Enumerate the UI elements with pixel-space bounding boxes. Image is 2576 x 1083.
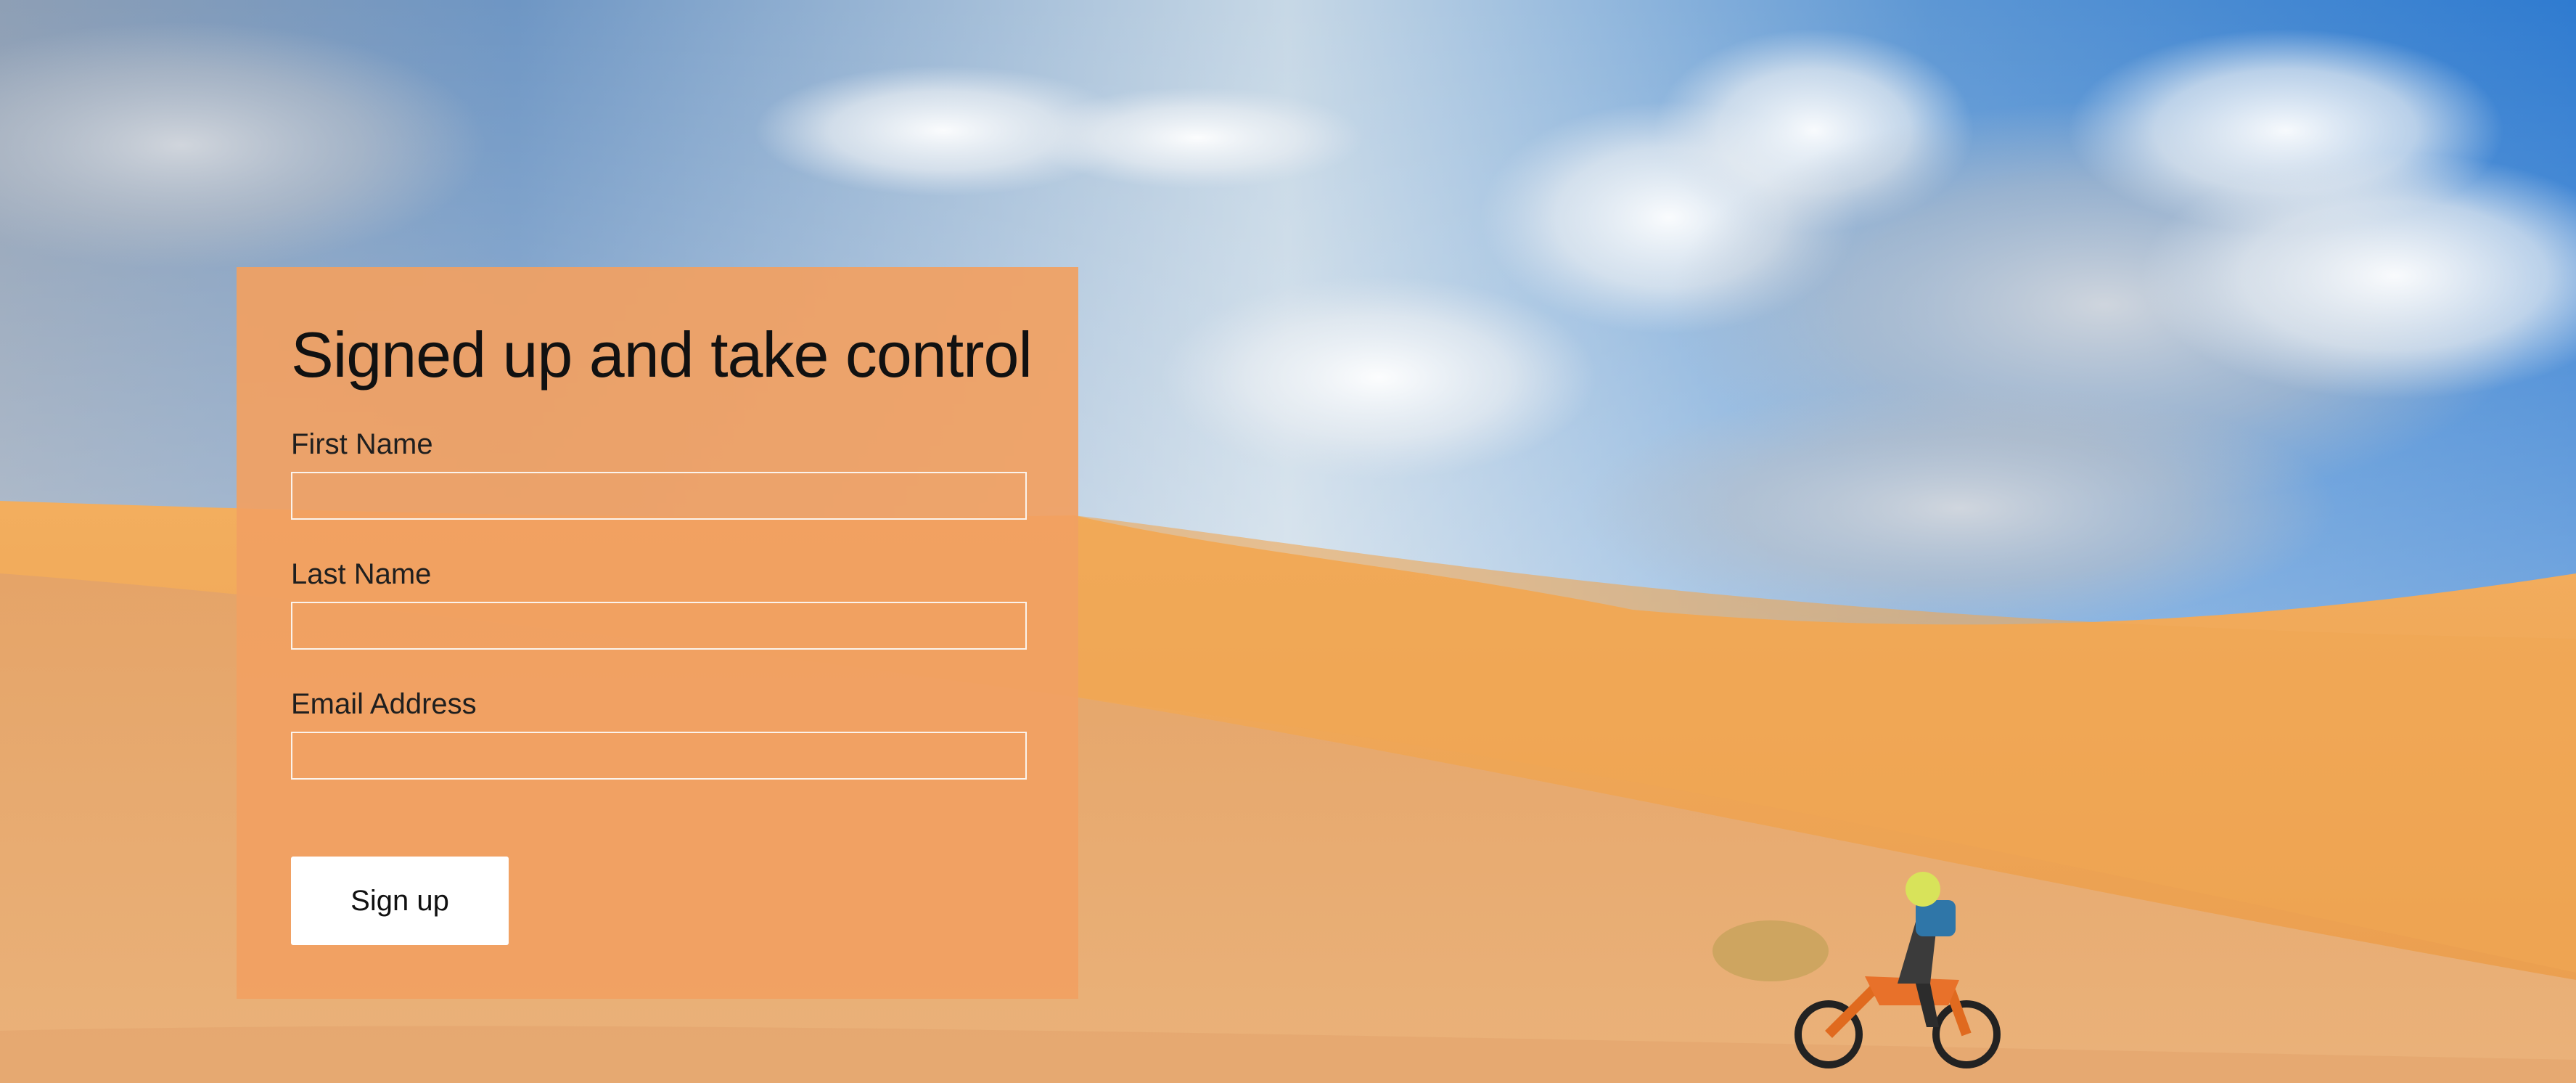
last-name-input[interactable] bbox=[291, 602, 1027, 650]
form-title: Signed up and take control bbox=[291, 319, 1033, 391]
sign-up-button[interactable]: Sign up bbox=[291, 857, 509, 945]
email-address-input[interactable] bbox=[291, 732, 1027, 780]
email-address-label: Email Address bbox=[291, 688, 477, 720]
first-name-label: First Name bbox=[291, 428, 433, 460]
signup-form-panel: Signed up and take control First Name La… bbox=[237, 267, 1078, 999]
first-name-input[interactable] bbox=[291, 472, 1027, 520]
last-name-label: Last Name bbox=[291, 558, 432, 590]
